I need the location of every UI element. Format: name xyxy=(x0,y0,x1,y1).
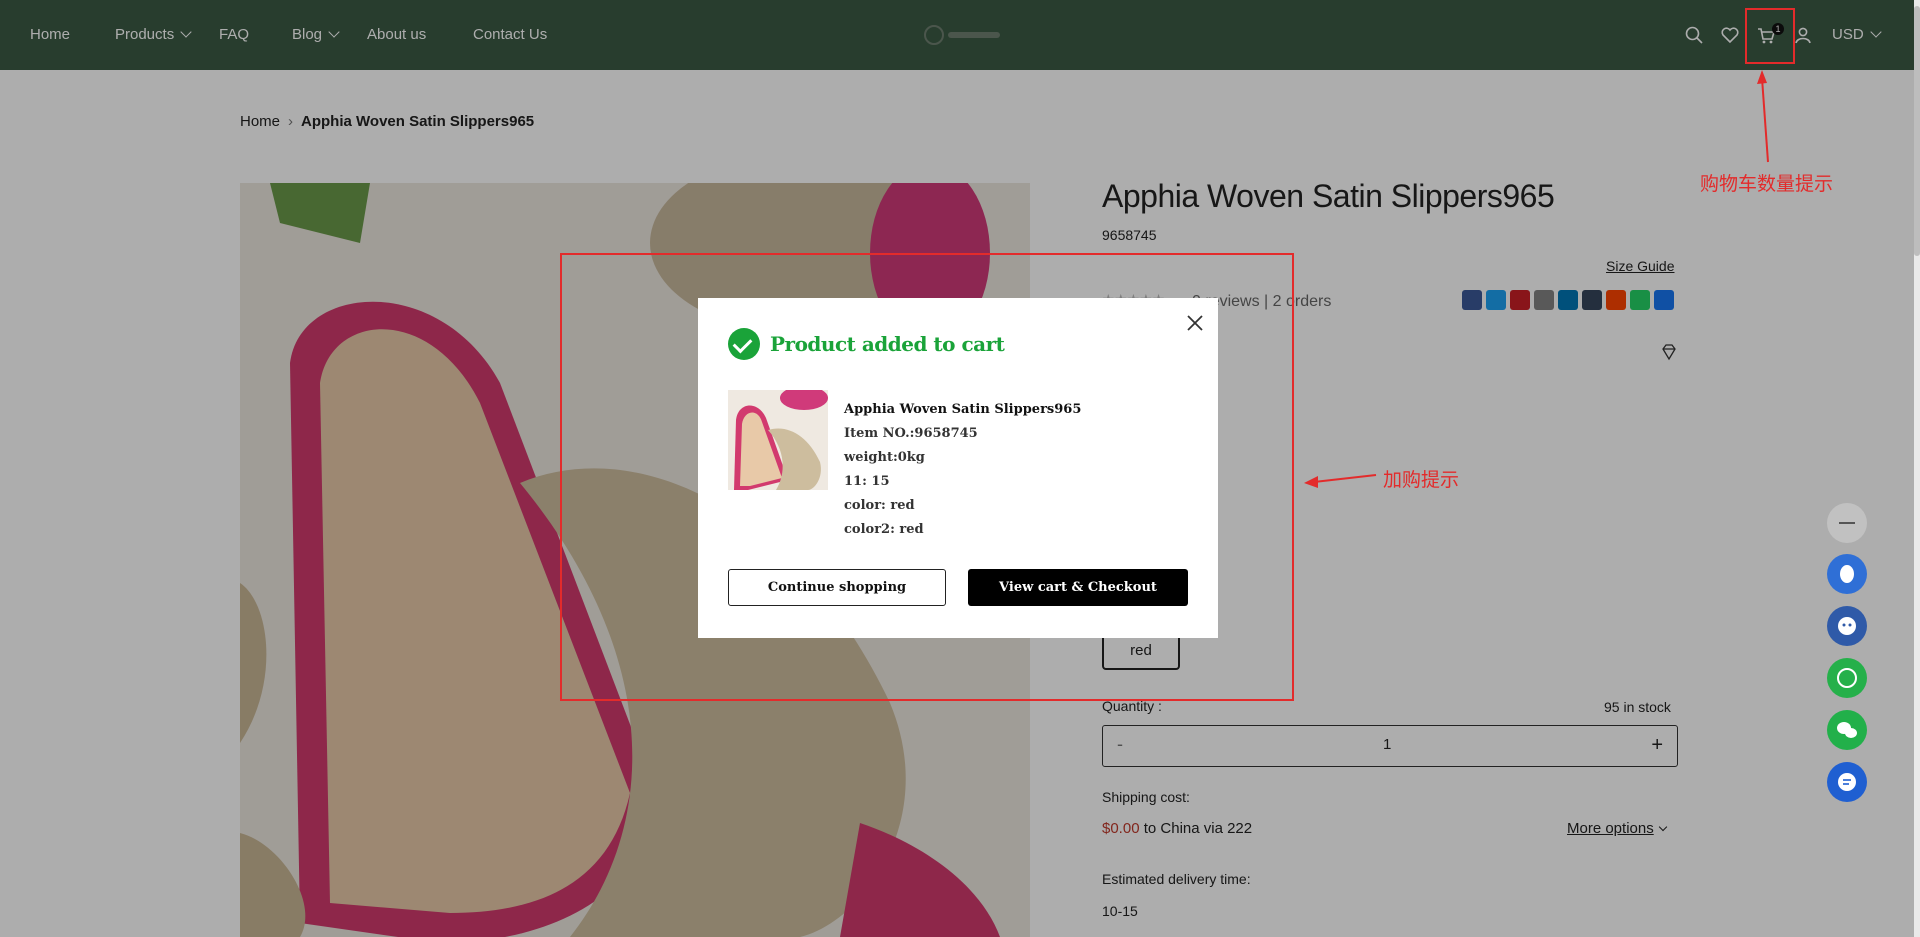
modal-annotation-box xyxy=(560,253,1294,701)
message-icon[interactable] xyxy=(1827,762,1867,802)
minimize-icon[interactable] xyxy=(1827,503,1867,543)
qq-icon[interactable] xyxy=(1827,554,1867,594)
cart-annotation-label: 购物车数量提示 xyxy=(1700,174,1834,195)
chat-bot-icon[interactable] xyxy=(1827,606,1867,646)
modal-annotation-arrow xyxy=(1304,474,1377,488)
scrollbar-thumb[interactable] xyxy=(1914,6,1920,256)
cart-annotation-arrow xyxy=(1757,70,1769,163)
page-scrollbar[interactable] xyxy=(1914,0,1920,937)
cart-annotation-box xyxy=(1745,8,1795,64)
whatsapp-icon[interactable] xyxy=(1827,658,1867,698)
wechat-icon[interactable] xyxy=(1827,710,1867,750)
modal-annotation-label: 加购提示 xyxy=(1383,470,1460,491)
